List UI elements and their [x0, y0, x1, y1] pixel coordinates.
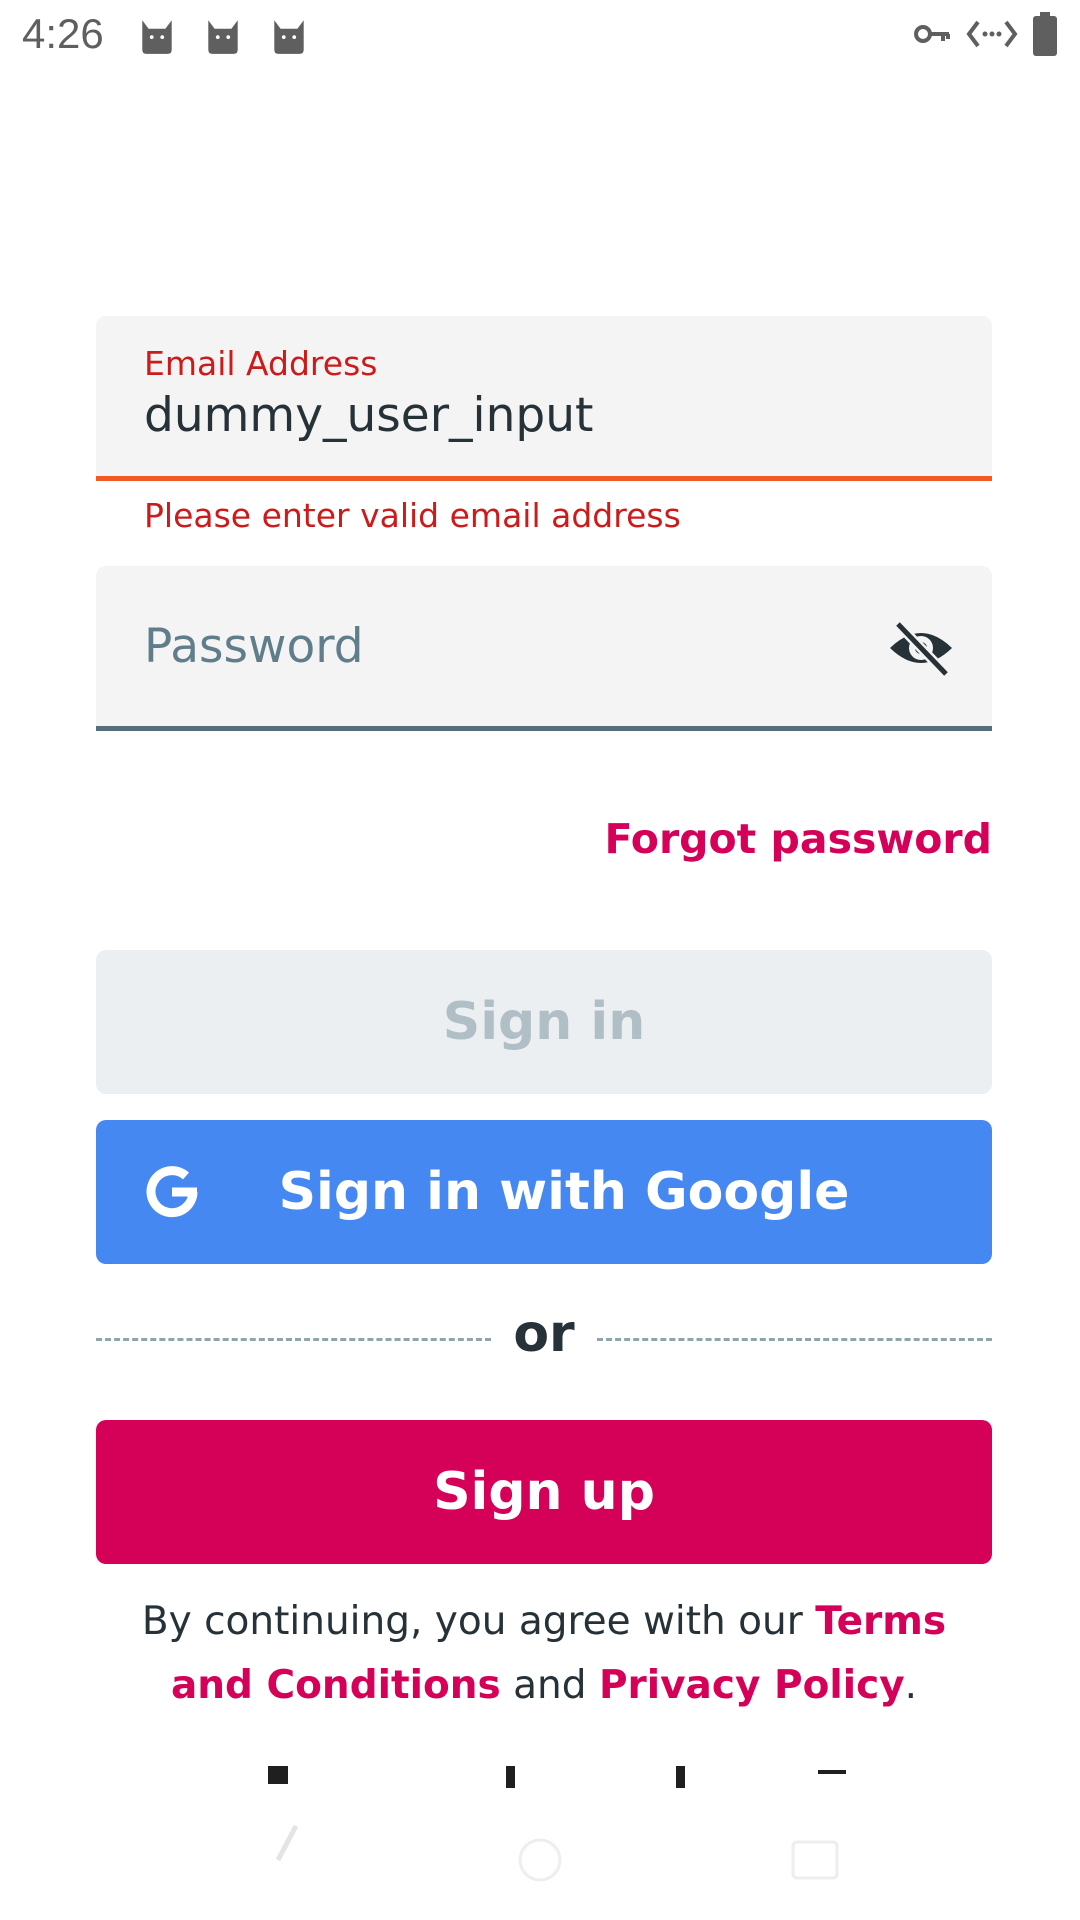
cat-icon — [208, 20, 238, 54]
status-bar: 4:26 — [0, 0, 1080, 76]
legal-suffix: . — [904, 1663, 918, 1708]
divider-label: or — [513, 1304, 575, 1364]
email-underline — [96, 476, 992, 481]
google-sign-in-label: Sign in with Google — [278, 1162, 850, 1222]
password-field[interactable] — [96, 566, 992, 729]
nav-recents-icon[interactable] — [791, 1840, 839, 1880]
nav-home-icon[interactable] — [518, 1838, 562, 1882]
privacy-policy-link[interactable]: Privacy Policy — [599, 1663, 905, 1708]
data-signal-icon — [966, 20, 1018, 48]
sign-up-button[interactable]: Sign up — [96, 1420, 992, 1564]
legal-middle: and — [500, 1663, 599, 1708]
password-underline — [96, 726, 992, 731]
status-time: 4:26 — [22, 10, 104, 57]
legal-prefix: By continuing, you agree with our — [141, 1599, 816, 1644]
or-divider: or — [96, 1304, 992, 1368]
navigation-bar — [275, 1824, 839, 1882]
email-field[interactable]: Email Address dummy_user_input — [96, 316, 992, 479]
divider-line-right — [597, 1338, 992, 1341]
email-error-text: Please enter valid email address — [144, 496, 681, 535]
eye-off-icon[interactable] — [886, 618, 956, 678]
sign-in-button[interactable]: Sign in — [96, 950, 992, 1094]
vpn-key-icon — [914, 25, 950, 43]
cat-icon — [274, 20, 304, 54]
legal-text: By continuing, you agree with our Terms … — [96, 1590, 992, 1718]
password-input[interactable] — [144, 614, 844, 678]
battery-icon — [1033, 12, 1057, 56]
nav-back-icon[interactable] — [275, 1824, 299, 1862]
forgot-password-link[interactable]: Forgot password — [604, 815, 992, 863]
google-sign-in-button[interactable]: Sign in with Google — [96, 1120, 992, 1264]
email-input[interactable]: dummy_user_input — [144, 388, 593, 443]
cat-icon — [142, 20, 172, 54]
google-icon — [146, 1166, 198, 1218]
email-label: Email Address — [144, 344, 378, 383]
brand-logo-partial — [0, 1766, 1080, 1788]
